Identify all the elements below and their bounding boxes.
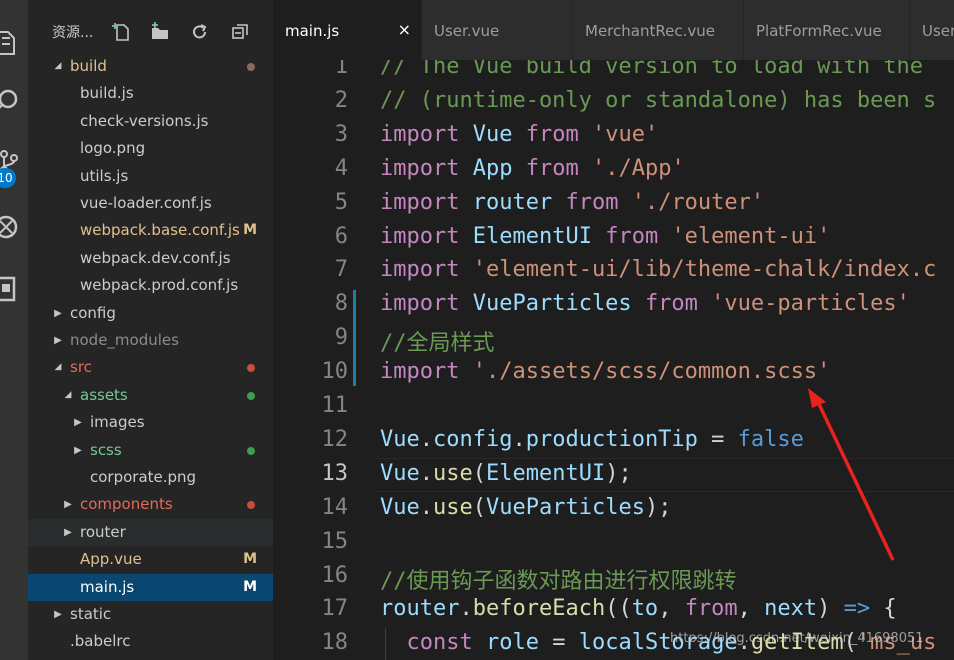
annotation-arrow: [808, 388, 895, 561]
